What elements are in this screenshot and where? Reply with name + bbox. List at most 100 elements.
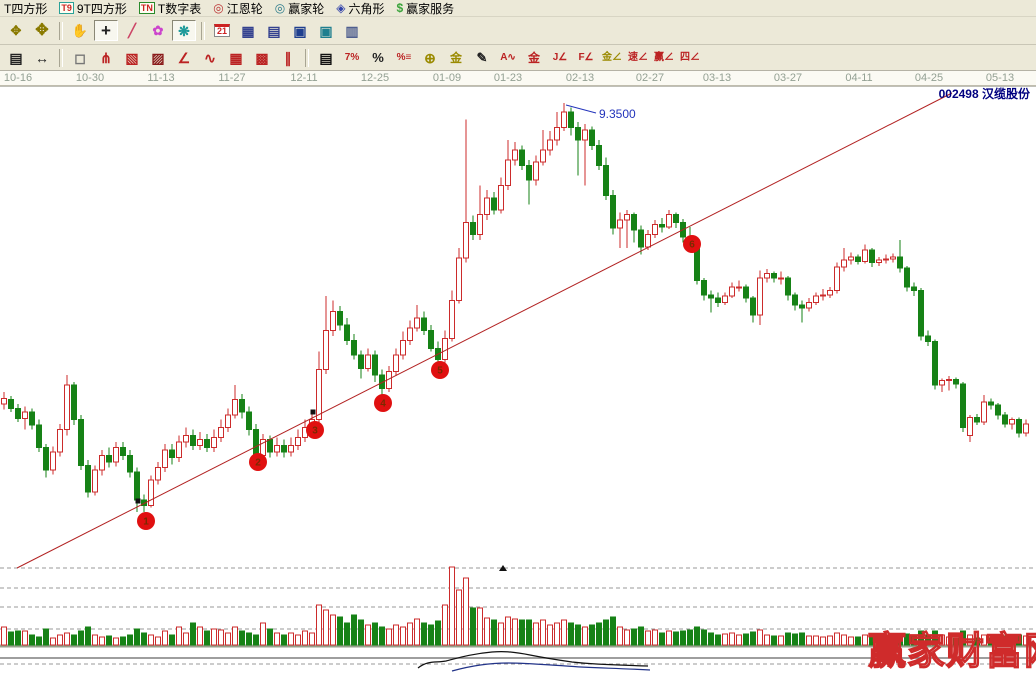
parallel-lines-button[interactable]: ∥ [276, 47, 300, 68]
angle-rays-icon: ∠ [178, 51, 191, 65]
gold-circle-button[interactable]: ⊕ [418, 47, 442, 68]
wave-a-button[interactable]: A∿ [496, 47, 520, 68]
candle [240, 394, 245, 419]
volume-bar [58, 635, 63, 645]
grid-arrow-button[interactable]: ▩ [250, 47, 274, 68]
volume-bar [821, 637, 826, 645]
pattern-tool-button[interactable]: ✿ [146, 20, 170, 41]
volume-bar [401, 627, 406, 645]
zoom-compress-button[interactable]: ✥ [4, 20, 28, 41]
volume-bar [772, 636, 777, 645]
ruler-ticks-button[interactable]: ▤ [4, 47, 28, 68]
menu-item-6[interactable]: ◈六角形 [333, 0, 393, 16]
bar-width-button[interactable]: ↔ [30, 47, 54, 68]
candle [905, 266, 910, 292]
notebook-button[interactable]: ▤ [262, 20, 286, 41]
zoom-expand-button[interactable]: ✥ [30, 20, 54, 41]
zigzag-button[interactable]: ∿ [198, 47, 222, 68]
candle [730, 283, 735, 299]
candle [660, 218, 665, 233]
grid-button[interactable]: ▦ [224, 47, 248, 68]
gold-underline-button[interactable]: 金 [522, 47, 546, 68]
calendar-button[interactable]: 21 [210, 20, 234, 41]
menu-item-4[interactable]: ◎江恩轮 [210, 0, 272, 16]
gann-fan-button[interactable]: ⋔ [94, 47, 118, 68]
ruler-ticks-icon: ▤ [9, 51, 22, 65]
volume-bar [163, 631, 168, 645]
calculator-button[interactable]: ▦ [236, 20, 260, 41]
fan-box-solid-button[interactable]: ▨ [146, 47, 170, 68]
percent-retrace-button[interactable]: 7% [340, 47, 364, 68]
j-angle-button[interactable]: J∠ [548, 47, 572, 68]
volume-bar [184, 633, 189, 645]
crosshair-tool-icon: + [101, 22, 111, 39]
volume-bar [583, 627, 588, 645]
candle [37, 420, 42, 453]
percent-button[interactable]: % [366, 47, 390, 68]
candle [184, 428, 189, 448]
candle [394, 349, 399, 377]
volume-bar [646, 631, 651, 645]
win-angle-button[interactable]: 赢∠ [652, 47, 676, 68]
menu-item-7[interactable]: $赢家服务 [393, 0, 463, 16]
gold-angle-button[interactable]: 金∠ [600, 47, 624, 68]
select-box-button[interactable]: ◻ [68, 47, 92, 68]
angle-rays-button[interactable]: ∠ [172, 47, 196, 68]
four-angle-button[interactable]: 四∠ [678, 47, 702, 68]
menu-item-3[interactable]: TNT数字表 [136, 0, 210, 16]
volume-bar [310, 633, 315, 645]
volume-bar [429, 625, 434, 645]
volume-bar [828, 636, 833, 645]
date-label: 12-11 [290, 72, 317, 84]
brush-button[interactable]: ✎ [470, 47, 494, 68]
candle [163, 444, 168, 472]
send-pc-button[interactable]: ▥ [340, 20, 364, 41]
volume-bar [653, 630, 658, 645]
volume-bar [478, 608, 483, 645]
speed-angle-button[interactable]: 速∠ [626, 47, 650, 68]
j-angle-icon: J∠ [553, 53, 568, 63]
menu-item-5[interactable]: ◎赢家轮 [272, 0, 334, 16]
volume-bar [107, 636, 112, 645]
candle [135, 468, 140, 513]
menu-item-1[interactable]: T四方形 [1, 0, 56, 16]
hand-tool-button[interactable]: ✋ [68, 20, 92, 41]
volume-bar [569, 623, 574, 645]
volume-bar [702, 630, 707, 645]
volume-bar [562, 620, 567, 645]
brush-icon: ✎ [477, 51, 488, 64]
trendline-handle[interactable] [136, 499, 141, 504]
fan-box-button[interactable]: ▧ [120, 47, 144, 68]
candle [415, 305, 420, 332]
volume-bar [709, 633, 714, 645]
save-web-button[interactable]: ▣ [314, 20, 338, 41]
candle [611, 190, 616, 235]
select-box-icon: ◻ [74, 51, 86, 65]
trendline-tool-button[interactable]: ╱ [120, 20, 144, 41]
gann-trendline[interactable] [17, 93, 952, 568]
f-angle-button[interactable]: F∠ [574, 47, 598, 68]
trendline-handle[interactable] [311, 410, 316, 415]
fan-box-icon: ▧ [125, 51, 138, 65]
volume-bar [352, 615, 357, 645]
candle [702, 278, 707, 301]
volume-bar [471, 608, 476, 645]
volume-bar [625, 630, 630, 645]
candle [205, 434, 210, 452]
volume-bar [282, 635, 287, 645]
brain-tool-button[interactable]: ❋ [172, 20, 196, 41]
chart-canvas[interactable]: 123456赢家财富网9.3500002498 汉缆股份 [0, 86, 1036, 678]
scale-list-button[interactable]: ▤ [314, 47, 338, 68]
candle [30, 409, 35, 430]
menu-item-2[interactable]: T99T四方形 [56, 0, 136, 16]
save-button[interactable]: ▣ [288, 20, 312, 41]
percent-lines-button[interactable]: %≡ [392, 47, 416, 68]
hexagon-icon: ◈ [336, 2, 345, 14]
candle [884, 255, 889, 264]
date-label: 10-16 [4, 72, 32, 84]
crosshair-tool-button[interactable]: + [94, 20, 118, 41]
gold-lines-button[interactable]: 金 [444, 47, 468, 68]
gold-circle-icon: ⊕ [424, 51, 436, 65]
candle [457, 248, 462, 304]
date-label: 05-13 [986, 72, 1014, 84]
